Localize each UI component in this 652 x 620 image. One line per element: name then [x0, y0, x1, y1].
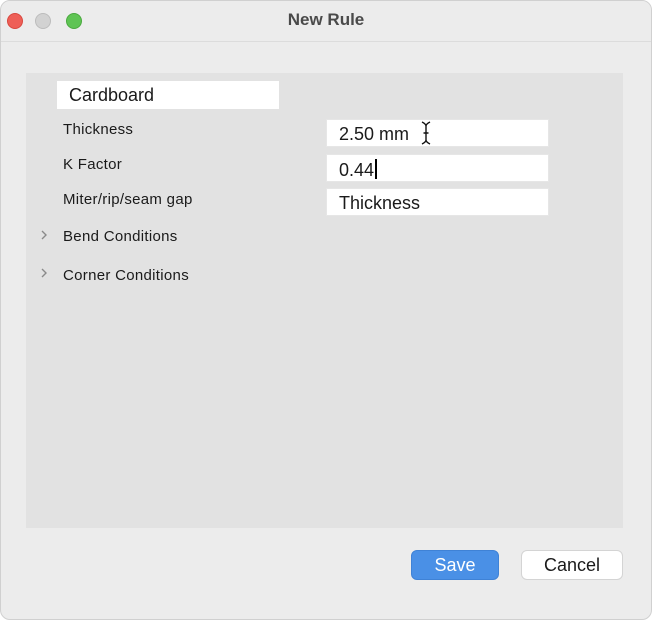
- bend-conditions-toggle[interactable]: Bend Conditions: [63, 228, 178, 245]
- cancel-button[interactable]: Cancel: [521, 550, 623, 580]
- rule-name-field[interactable]: Cardboard: [57, 81, 279, 109]
- k-factor-label: K Factor: [63, 156, 123, 173]
- thickness-value: 2.50 mm: [339, 124, 410, 144]
- chevron-right-icon[interactable]: [39, 229, 49, 241]
- chevron-right-icon[interactable]: [39, 267, 49, 279]
- new-rule-dialog: New Rule Cardboard Thickness 2.50 mm K F…: [0, 0, 652, 620]
- corner-conditions-toggle[interactable]: Corner Conditions: [63, 267, 189, 284]
- k-factor-value: 0.44: [339, 160, 375, 180]
- text-cursor-icon: [421, 121, 431, 145]
- thickness-field[interactable]: 2.50 mm: [326, 119, 549, 147]
- text-caret: [375, 159, 377, 179]
- k-factor-field[interactable]: 0.44: [326, 154, 549, 182]
- save-button[interactable]: Save: [411, 550, 499, 580]
- miter-gap-label: Miter/rip/seam gap: [63, 191, 193, 208]
- title-bar[interactable]: New Rule: [1, 1, 651, 42]
- miter-gap-field[interactable]: Thickness: [326, 188, 549, 216]
- window-title: New Rule: [287, 10, 365, 29]
- thickness-label: Thickness: [63, 121, 134, 138]
- miter-gap-value: Thickness: [339, 193, 421, 213]
